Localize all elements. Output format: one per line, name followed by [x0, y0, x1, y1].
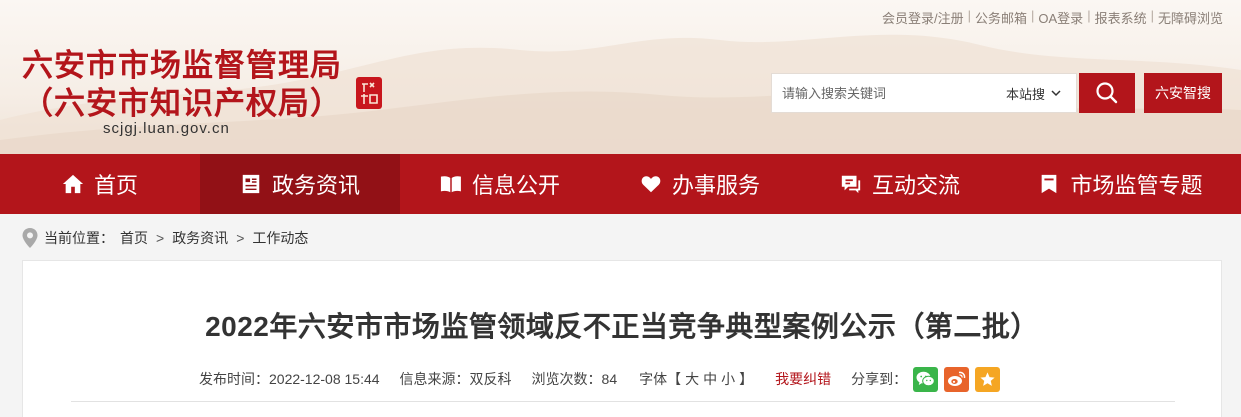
search-icon	[1096, 82, 1118, 104]
nav-label: 互动交流	[871, 173, 960, 198]
book-icon	[440, 176, 461, 193]
wechat-icon	[916, 371, 935, 387]
nav-item-home[interactable]: 首页	[0, 154, 200, 214]
nav-item-interaction[interactable]: 互动交流	[800, 154, 1000, 214]
article-title: 2022年六安市市场监管领域反不正当竞争典型案例公示（第二批）	[205, 311, 1039, 342]
qzone-share-button[interactable]	[975, 366, 1001, 392]
chat-icon	[841, 175, 861, 194]
search-scope-label: 本站搜	[1006, 86, 1046, 102]
font-size-small[interactable]: 小	[721, 371, 735, 387]
meta-divider	[71, 401, 1175, 402]
nav-label: 政务资讯	[271, 173, 360, 198]
breadcrumb-separator: >	[156, 230, 165, 246]
location-pin-icon	[22, 228, 38, 248]
font-size-medium[interactable]: 中	[703, 371, 717, 387]
weibo-icon	[948, 371, 966, 386]
link-separator: |	[967, 8, 971, 23]
weibo-share-button[interactable]	[944, 366, 970, 392]
font-close: 】	[739, 371, 754, 387]
site-url: scjgj.luan.gov.cn	[103, 120, 230, 137]
smart-search-button[interactable]: 六安智搜	[1144, 73, 1222, 113]
nav-item-news[interactable]: 政务资讯	[200, 154, 400, 214]
oa-login-link[interactable]: OA登录	[1038, 8, 1083, 27]
nav-label: 首页	[93, 173, 138, 198]
link-separator: |	[1150, 8, 1154, 23]
article-meta: 发布时间：2022-12-08 15:44 信息来源：双反科 浏览次数：84 字…	[199, 365, 1001, 393]
wechat-share-button[interactable]	[913, 366, 939, 392]
publish-time: 发布时间：2022-12-08 15:44	[199, 371, 380, 387]
bookmark-icon	[1042, 174, 1057, 194]
info-source: 信息来源：双反科	[399, 371, 512, 387]
home-icon	[62, 174, 84, 194]
heart-icon	[641, 176, 661, 193]
nav-item-services[interactable]: 办事服务	[600, 154, 800, 214]
search-scope-select[interactable]: 本站搜	[1006, 84, 1061, 103]
article-panel: 2022年六安市市场监管领域反不正当竞争典型案例公示（第二批） 发布时间：202…	[22, 260, 1222, 417]
link-separator: |	[1031, 8, 1035, 23]
share-bar: 分享到：	[851, 366, 1001, 392]
breadcrumb-home[interactable]: 首页	[120, 228, 148, 248]
breadcrumb: 当前位置： 首页 > 政务资讯 > 工作动态	[22, 226, 308, 250]
font-size-control: 字体【大中小】	[637, 369, 755, 389]
chevron-down-icon	[1051, 90, 1061, 97]
star-icon	[980, 371, 995, 386]
top-links: 会员登录/注册 | 公务邮箱 | OA登录 | 报表系统 | 无障碍浏览	[882, 8, 1223, 27]
font-size-large[interactable]: 大	[685, 371, 699, 387]
nav-label: 办事服务	[671, 173, 760, 198]
official-email-link[interactable]: 公务邮箱	[975, 8, 1027, 27]
seal-icon	[356, 77, 382, 109]
site-name-line2[interactable]: （六安市知识产权局）	[22, 78, 342, 123]
breadcrumb-news[interactable]: 政务资讯	[172, 228, 228, 248]
nav-item-info-disclosure[interactable]: 信息公开	[400, 154, 600, 214]
font-label: 字体【	[639, 371, 682, 387]
news-icon	[242, 174, 260, 194]
search-button[interactable]	[1079, 73, 1135, 113]
report-error-link[interactable]: 我要纠错	[775, 369, 831, 389]
link-separator: |	[1087, 8, 1091, 23]
breadcrumb-work-updates[interactable]: 工作动态	[252, 228, 308, 248]
breadcrumb-separator: >	[236, 230, 245, 246]
accessibility-link[interactable]: 无障碍浏览	[1158, 8, 1223, 27]
nav-label: 市场监管专题	[1070, 173, 1203, 198]
main-nav: 首页 政务资讯 信息公开 办事服务 互动交流 市场监管专题	[0, 154, 1241, 214]
share-label: 分享到：	[851, 371, 908, 387]
site-header: 会员登录/注册 | 公务邮箱 | OA登录 | 报表系统 | 无障碍浏览 六安市…	[0, 0, 1241, 154]
report-system-link[interactable]: 报表系统	[1095, 8, 1147, 27]
search-input[interactable]	[772, 74, 992, 112]
search-box: 本站搜	[771, 73, 1077, 113]
nav-label: 信息公开	[471, 173, 560, 198]
member-login-link[interactable]: 会员登录/注册	[882, 8, 964, 27]
view-count: 浏览次数：84	[531, 371, 618, 387]
nav-item-market-topics[interactable]: 市场监管专题	[1000, 154, 1241, 214]
breadcrumb-prefix: 当前位置：	[44, 230, 114, 246]
